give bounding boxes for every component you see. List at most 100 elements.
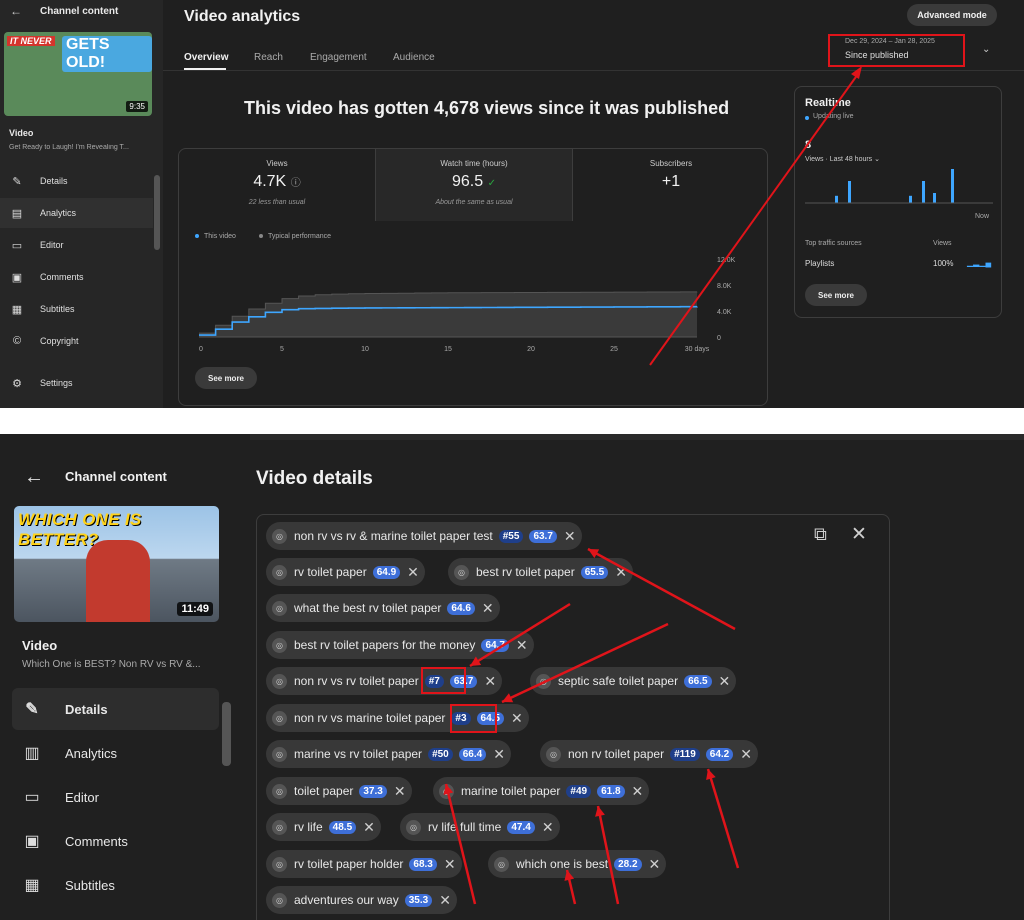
tag-chip[interactable]: ◎ rv life 48.5 ✕ bbox=[266, 813, 381, 841]
views-headline: This video has gotten 4,678 views since … bbox=[244, 98, 730, 118]
tag-icon: ◎ bbox=[272, 746, 287, 762]
tag-chip[interactable]: ◎ rv life full time 47.4 ✕ bbox=[400, 813, 560, 841]
analytics-icon: ▥ bbox=[24, 745, 40, 762]
x-tick-label: 0 bbox=[199, 346, 203, 353]
video-analytics-panel: ← Channel content IT NEVER GETS OLD! 9:3… bbox=[0, 0, 1024, 408]
remove-tag-icon[interactable]: ✕ bbox=[516, 637, 528, 654]
sidebar-item-copyright[interactable]: © Copyright bbox=[0, 326, 153, 356]
tag-chip[interactable]: ◎ toilet paper 37.3 ✕ bbox=[266, 777, 412, 805]
remove-tag-icon[interactable]: ✕ bbox=[363, 819, 375, 836]
channel-content-title: Channel content bbox=[65, 469, 167, 484]
tag-rank-badge: #55 bbox=[498, 529, 524, 543]
tag-chip[interactable]: ◎ non rv toilet paper #119 64.2 ✕ bbox=[540, 740, 758, 768]
remove-tag-icon[interactable]: ✕ bbox=[511, 710, 523, 727]
remove-tag-icon[interactable]: ✕ bbox=[719, 673, 731, 690]
typical-performance-area bbox=[199, 291, 697, 337]
sidebar-item-subtitles[interactable]: ▦ Subtitles bbox=[0, 294, 153, 324]
tag-chip[interactable]: ◎ rv toilet paper holder 68.3 ✕ bbox=[266, 850, 462, 878]
video-details-panel: ← Channel content WHICH ONE IS BETTER? 1… bbox=[0, 434, 1024, 920]
tag-chip[interactable]: ◎ marine toilet paper #49 61.8 ✕ bbox=[433, 777, 650, 805]
close-icon[interactable]: ✕ bbox=[851, 523, 867, 546]
tag-chip[interactable]: ◎ non rv vs rv & marine toilet paper test… bbox=[266, 522, 582, 550]
tag-chip[interactable]: ◎ rv toilet paper 64.9 ✕ bbox=[266, 558, 425, 586]
metric-watch-time[interactable]: Watch time (hours) 96.5 ✓ About the same… bbox=[376, 149, 572, 221]
sidebar-item-comments[interactable]: ▣ Comments bbox=[12, 820, 219, 862]
realtime-see-more-button[interactable]: See more bbox=[805, 284, 867, 306]
sidebar-item-label: Editor bbox=[65, 789, 99, 805]
sidebar-item-analytics[interactable]: ▥ Analytics bbox=[12, 732, 219, 774]
overview-card: Views 4.7K ⓘ 22 less than usual Watch ti… bbox=[178, 148, 768, 406]
remove-tag-icon[interactable]: ✕ bbox=[484, 673, 496, 690]
page-title: Video analytics bbox=[184, 8, 301, 25]
sidebar-item-details[interactable]: ✎ Details bbox=[12, 688, 219, 730]
tag-score-badge: 37.3 bbox=[359, 784, 387, 798]
tag-text: which one is best bbox=[516, 857, 609, 871]
thumbnail-text: GETS OLD! bbox=[62, 36, 152, 72]
video-thumbnail[interactable]: WHICH ONE IS BETTER? 11:49 bbox=[14, 506, 219, 622]
tag-rank-badge: #50 bbox=[428, 747, 453, 761]
remove-tag-icon[interactable]: ✕ bbox=[394, 783, 406, 800]
sidebar-item-editor[interactable]: ▭ Editor bbox=[0, 230, 153, 260]
tag-chip[interactable]: ◎ adventures our way 35.3 ✕ bbox=[266, 886, 457, 914]
metric-views[interactable]: Views 4.7K ⓘ 22 less than usual bbox=[179, 149, 375, 221]
remove-tag-icon[interactable]: ✕ bbox=[482, 600, 494, 617]
sidebar-item-label: Editor bbox=[40, 240, 64, 250]
sidebar-scrollbar[interactable] bbox=[154, 175, 160, 250]
see-more-button[interactable]: See more bbox=[195, 367, 257, 389]
chevron-down-icon[interactable]: ⌄ bbox=[982, 44, 990, 55]
tab-audience[interactable]: Audience bbox=[393, 52, 435, 63]
tag-score-badge: 35.3 bbox=[404, 893, 433, 907]
remove-tag-icon[interactable]: ✕ bbox=[493, 746, 505, 763]
sidebar-item-label: Subtitles bbox=[40, 304, 75, 314]
tag-chip[interactable]: ◎ best rv toilet paper 65.5 ✕ bbox=[448, 558, 633, 586]
metric-value: +1 bbox=[661, 173, 681, 190]
subtitles-icon: ▦ bbox=[24, 877, 40, 894]
tag-chip[interactable]: ◎ marine vs rv toilet paper #50 66.4 ✕ bbox=[266, 740, 511, 768]
tag-chip[interactable]: ◎ non rv vs rv toilet paper #7 63.7 ✕ bbox=[266, 667, 503, 695]
advanced-mode-button[interactable]: Advanced mode bbox=[907, 4, 997, 26]
tag-score-badge: 48.5 bbox=[328, 820, 357, 834]
remove-tag-icon[interactable]: ✕ bbox=[740, 746, 752, 763]
remove-tag-icon[interactable]: ✕ bbox=[615, 564, 627, 581]
copy-icon[interactable]: ⧉ bbox=[814, 524, 827, 545]
remove-tag-icon[interactable]: ✕ bbox=[407, 564, 419, 581]
tab-reach[interactable]: Reach bbox=[254, 52, 283, 63]
remove-tag-icon[interactable]: ✕ bbox=[444, 856, 456, 873]
remove-tag-icon[interactable]: ✕ bbox=[649, 856, 661, 873]
thumbnail-person bbox=[86, 540, 150, 622]
tab-engagement[interactable]: Engagement bbox=[310, 52, 367, 63]
metric-label: Views bbox=[266, 159, 288, 168]
tag-text: non rv vs marine toilet paper bbox=[294, 711, 446, 725]
sidebar-item-analytics[interactable]: ▤ Analytics bbox=[0, 198, 153, 228]
sidebar-scrollbar[interactable] bbox=[222, 702, 231, 766]
back-arrow-icon[interactable]: ← bbox=[10, 4, 22, 18]
remove-tag-icon[interactable]: ✕ bbox=[542, 819, 554, 836]
tag-chip[interactable]: ◎ what the best rv toilet paper 64.6 ✕ bbox=[266, 594, 500, 622]
tag-rank-badge: #49 bbox=[566, 784, 592, 798]
tag-text: non rv toilet paper bbox=[568, 747, 665, 761]
sidebar-item-label: Comments bbox=[65, 833, 128, 849]
metric-subscribers[interactable]: Subscribers +1 bbox=[573, 149, 767, 221]
remove-tag-icon[interactable]: ✕ bbox=[564, 528, 576, 545]
remove-tag-icon[interactable]: ✕ bbox=[632, 783, 644, 800]
tag-text: septic safe toilet paper bbox=[558, 674, 679, 688]
tag-icon: ◎ bbox=[272, 564, 287, 580]
tag-chip[interactable]: ◎ best rv toilet papers for the money 64.7… bbox=[266, 631, 534, 659]
sidebar-item-editor[interactable]: ▭ Editor bbox=[12, 776, 219, 818]
video-thumbnail[interactable]: IT NEVER GETS OLD! 9:35 bbox=[4, 32, 152, 116]
sidebar-item-settings[interactable]: ⚙ Settings bbox=[0, 368, 153, 398]
arrow-left-icon[interactable]: ← bbox=[24, 466, 44, 489]
tag-chip[interactable]: ◎ which one is best 28.2 ✕ bbox=[488, 850, 667, 878]
gear-icon: ⚙ bbox=[12, 377, 22, 390]
remove-tag-icon[interactable]: ✕ bbox=[439, 892, 451, 909]
sidebar-item-subtitles[interactable]: ▦ Subtitles bbox=[12, 864, 219, 906]
traffic-source: Playlists bbox=[805, 259, 835, 268]
tag-chip[interactable]: ◎ septic safe toilet paper 66.5 ✕ bbox=[530, 667, 737, 695]
tag-score-badge: 28.2 bbox=[614, 857, 642, 871]
tag-icon: ◎ bbox=[494, 856, 509, 872]
sidebar-item-comments[interactable]: ▣ Comments bbox=[0, 262, 153, 292]
tag-score-badge: 65.5 bbox=[580, 565, 609, 579]
tab-overview[interactable]: Overview bbox=[184, 52, 228, 63]
sidebar-item-details[interactable]: ✎ Details bbox=[0, 166, 153, 196]
tag-text: non rv vs rv toilet paper bbox=[294, 674, 419, 688]
